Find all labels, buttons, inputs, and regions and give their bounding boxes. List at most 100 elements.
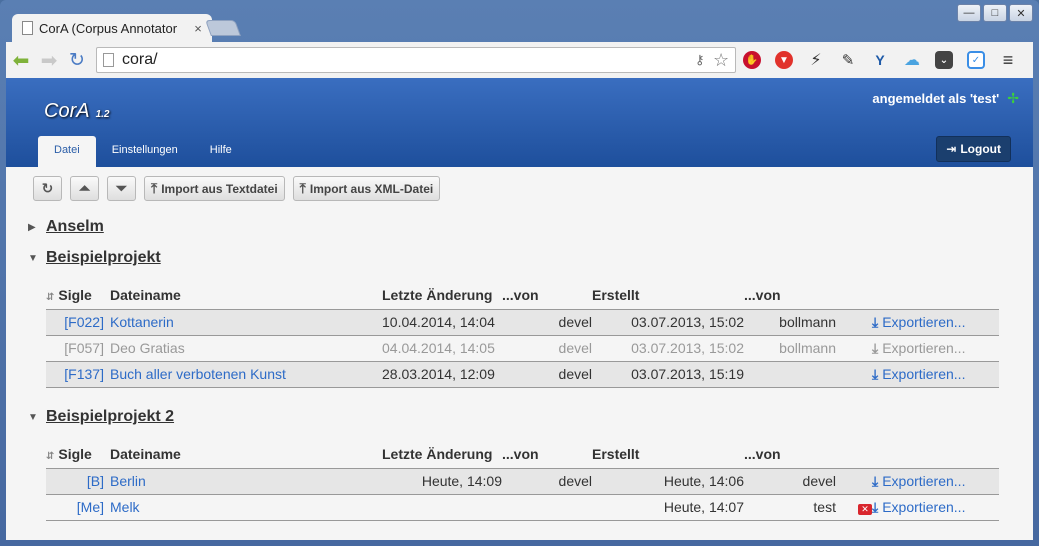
logout-label: Logout (960, 142, 1001, 156)
collapse-triangle-icon: ▼ (28, 411, 38, 423)
pin-extension-icon[interactable]: ✎ (832, 47, 864, 73)
file-created: Heute, 14:07 (592, 494, 744, 521)
file-sigle[interactable]: [F022] (46, 309, 110, 336)
file-name[interactable]: Berlin (110, 468, 382, 495)
file-name[interactable]: Buch aller verbotenen Kunst (110, 361, 382, 388)
file-created-by: test (744, 494, 836, 521)
download-icon: ⤓ (872, 365, 879, 382)
file-created: 03.07.2013, 15:02 (592, 335, 744, 362)
tab-strip: CorA (Corpus Annotator × — □ ✕ (0, 0, 1039, 42)
file-name[interactable]: Kottanerin (110, 309, 382, 336)
logout-button[interactable]: ⇥ Logout (936, 136, 1011, 162)
file-modified-by: devel (502, 468, 592, 495)
export-link[interactable]: ⤓ Exportieren... (872, 468, 999, 495)
project-header[interactable]: ▼ Beispielprojekt (28, 249, 161, 267)
download-icon: ⤓ (872, 498, 879, 515)
project-header[interactable]: ▶ Anselm (28, 218, 104, 236)
file-sigle: [F057] (46, 335, 110, 362)
file-sigle[interactable]: [B] (46, 468, 110, 495)
sort-icon: ⇵ (46, 450, 55, 462)
column-modified-by[interactable]: ...von (502, 440, 592, 469)
tab-einstellungen[interactable]: Einstellungen (96, 136, 194, 167)
column-created-by[interactable]: ...von (744, 440, 836, 469)
close-window-button[interactable]: ✕ (1009, 4, 1033, 22)
lightning-extension-icon[interactable]: ⚡ (800, 47, 832, 73)
delete-cell (836, 468, 872, 495)
back-arrow-icon[interactable]: ⬅ (8, 47, 34, 73)
maximize-button[interactable]: □ (983, 4, 1007, 22)
upload-icon: ⤒ (151, 180, 158, 196)
column-created[interactable]: Erstellt (592, 440, 744, 469)
column-modified-by[interactable]: ...von (502, 281, 592, 310)
logout-icon: ⇥ (946, 142, 957, 156)
window-controls: — □ ✕ (957, 4, 1033, 22)
file-modified (382, 494, 502, 521)
pocket-extension-icon[interactable]: ⌄ (928, 47, 960, 73)
delete-icon[interactable]: ✕ (858, 504, 872, 515)
browser-tab[interactable]: CorA (Corpus Annotator × (12, 14, 212, 42)
table-row[interactable]: [B] Berlin Heute, 14:09 devel Heute, 14:… (46, 468, 999, 495)
expand-all-icon: ⏷ (115, 180, 128, 196)
table-row[interactable]: [F137] Buch aller verbotenen Kunst 28.03… (46, 361, 999, 388)
export-link[interactable]: ⤓ Exportieren... (872, 309, 999, 336)
file-modified-by: devel (502, 335, 592, 362)
collapse-all-button[interactable]: ⏶ (70, 176, 99, 201)
column-export (872, 440, 999, 469)
file-modified: 28.03.2014, 12:09 (382, 361, 502, 388)
minimize-button[interactable]: — (957, 4, 981, 22)
column-modified[interactable]: Letzte Änderung (382, 440, 502, 469)
table-row[interactable]: [Me] Melk Heute, 14:07 test ✕ ⤓ Exportier… (46, 494, 999, 521)
browser-window: CorA (Corpus Annotator × — □ ✕ ⬅ ➡ ↻ cor… (0, 0, 1039, 546)
refresh-button[interactable]: ↻ (33, 176, 62, 201)
stop-extension-icon[interactable]: ✋ (736, 47, 768, 73)
column-sigle[interactable]: ⇵ Sigle (46, 281, 110, 310)
file-created: 03.07.2013, 15:19 (592, 361, 744, 388)
url-text[interactable]: cora/ (122, 51, 695, 69)
address-bar[interactable]: cora/ ⚷ ☆ (96, 47, 736, 73)
close-tab-icon[interactable]: × (190, 21, 206, 36)
file-modified-by (502, 494, 592, 521)
table-row[interactable]: [F022] Kottanerin 10.04.2014, 14:04 deve… (46, 309, 999, 336)
refresh-icon: ↻ (41, 180, 54, 196)
file-name[interactable]: Melk (110, 494, 382, 521)
todo-extension-icon[interactable]: ✓ (960, 47, 992, 73)
file-name: Deo Gratias (110, 335, 382, 362)
tab-hilfe[interactable]: Hilfe (194, 136, 248, 167)
file-created: 03.07.2013, 15:02 (592, 309, 744, 336)
column-created[interactable]: Erstellt (592, 281, 744, 310)
download-icon: ⤓ (872, 339, 879, 356)
file-created-by: bollmann (744, 335, 836, 362)
column-name[interactable]: Dateiname (110, 440, 382, 469)
page-icon (22, 21, 33, 35)
project-header[interactable]: ▼ Beispielprojekt 2 (28, 408, 174, 426)
expand-all-button[interactable]: ⏷ (107, 176, 136, 201)
new-tab-button[interactable] (205, 20, 241, 36)
export-link[interactable]: ⤓ Exportieren... (872, 361, 999, 388)
reload-icon[interactable]: ↻ (64, 47, 90, 73)
collapse-triangle-icon: ▼ (28, 252, 38, 264)
column-sigle[interactable]: ⇵ Sigle (46, 440, 110, 469)
upload-icon: ⤒ (299, 180, 306, 196)
column-created-by[interactable]: ...von (744, 281, 836, 310)
key-icon[interactable]: ⚷ (695, 52, 713, 68)
menu-icon[interactable]: ≡ (992, 47, 1024, 73)
opera-extension-icon[interactable]: ▼ (768, 47, 800, 73)
vpn-extension-icon[interactable]: Y (864, 47, 896, 73)
project-name: Beispielprojekt 2 (46, 408, 175, 425)
user-status: angemeldet als 'test' ✢ (872, 90, 1019, 107)
forward-arrow-icon[interactable]: ➡ (36, 47, 62, 73)
file-sigle[interactable]: [F137] (46, 361, 110, 388)
file-sigle[interactable]: [Me] (46, 494, 110, 521)
column-modified[interactable]: Letzte Änderung (382, 281, 502, 310)
column-name[interactable]: Dateiname (110, 281, 382, 310)
tab-datei[interactable]: Datei (38, 136, 96, 167)
ghostery-extension-icon[interactable]: ☁ (896, 47, 928, 73)
app-logo: CorA 1.2 (44, 100, 109, 123)
collapse-all-icon: ⏶ (78, 180, 91, 196)
main-nav: Datei Einstellungen Hilfe (38, 136, 248, 167)
import-xml-button[interactable]: ⤒ Import aus XML-Datei (292, 176, 441, 201)
delete-cell (836, 309, 872, 336)
bookmark-star-icon[interactable]: ☆ (713, 50, 735, 71)
export-link[interactable]: ⤓ Exportieren... (872, 494, 999, 521)
import-text-button[interactable]: ⤒ Import aus Textdatei (144, 176, 285, 201)
